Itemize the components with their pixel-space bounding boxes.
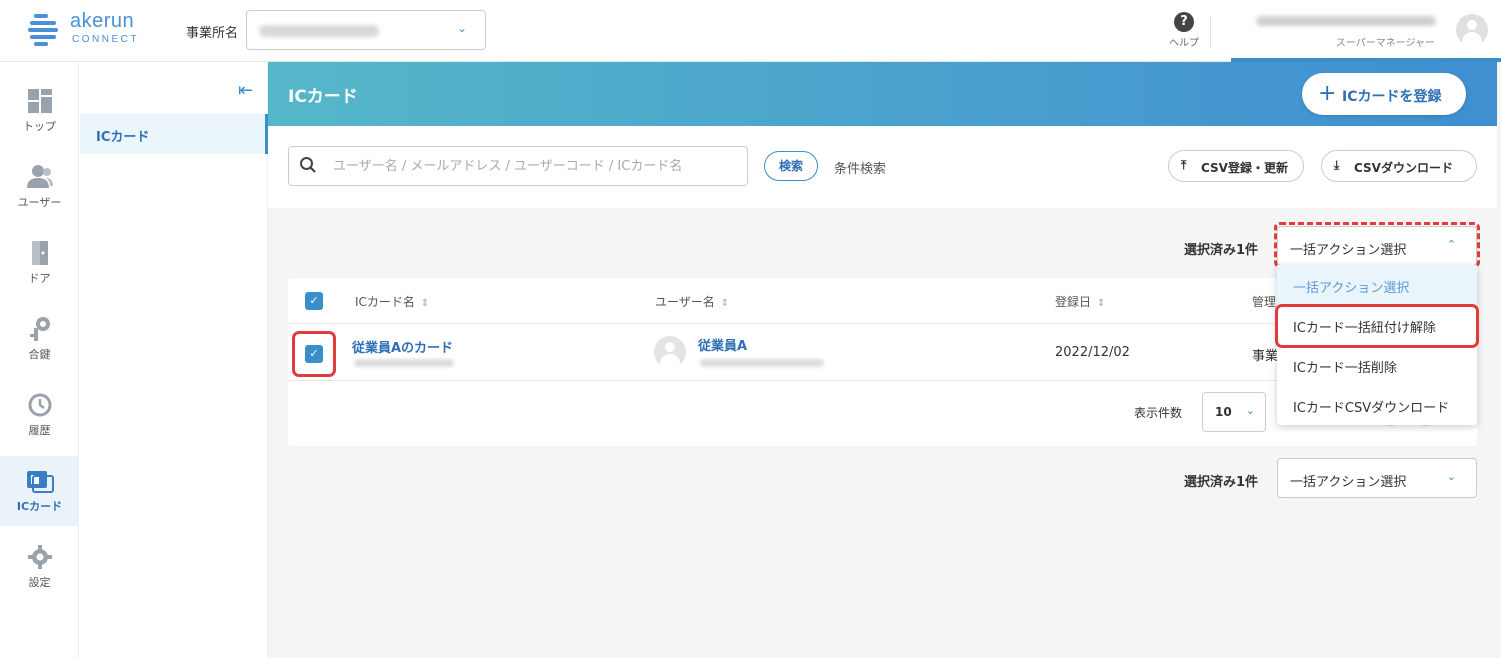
- logo-wordmark: akerun: [70, 10, 135, 32]
- column-header-card-name[interactable]: ICカード名 ⇕: [355, 293, 429, 310]
- sort-icon: ⇕: [420, 298, 430, 309]
- search-icon: [300, 157, 316, 173]
- search-field[interactable]: [288, 146, 748, 186]
- settings-icon: [26, 544, 54, 570]
- search-toolbar: 検索 条件検索 ⤒ CSV登録・更新 ⤓ CSVダウンロード: [268, 126, 1497, 208]
- nav-item-settings[interactable]: 設定: [0, 532, 79, 602]
- akerun-logo-icon: [28, 12, 62, 46]
- nav-item-history[interactable]: 履歴: [0, 380, 79, 450]
- condition-search-link[interactable]: 条件検索: [834, 158, 886, 177]
- page-banner: ICカード + ICカードを登録: [268, 62, 1497, 126]
- nav-item-keys[interactable]: 合鍵: [0, 304, 79, 374]
- ic-card-icon: [26, 468, 54, 494]
- highlight-row-checkbox: [292, 331, 336, 377]
- nav-label-top: トップ: [23, 120, 56, 133]
- csv-download-label: CSVダウンロード: [1354, 161, 1453, 175]
- menu-item-label: ICカード一括削除: [1293, 361, 1397, 376]
- header-divider: [1210, 16, 1211, 48]
- register-button-label: ICカードを登録: [1342, 89, 1442, 105]
- bulk-action-value: 一括アクション選択: [1290, 475, 1407, 490]
- akerun-logo[interactable]: akerun CONNECT: [28, 10, 158, 50]
- subnav-item-ic-card[interactable]: ICカード: [80, 114, 268, 154]
- highlight-unlink-option: [1275, 304, 1479, 348]
- history-icon: [26, 392, 54, 418]
- column-label: ICカード名: [355, 295, 415, 309]
- highlight-bulk-select: [1274, 222, 1480, 268]
- user-email-redacted: [700, 359, 824, 367]
- office-label: 事業所名: [186, 26, 239, 41]
- dashboard-icon: [26, 88, 54, 114]
- mgmt-value: 事業: [1252, 349, 1279, 364]
- nav-label-door: ドア: [28, 272, 51, 285]
- page-title: ICカード: [288, 87, 358, 107]
- search-input[interactable]: [333, 156, 733, 176]
- column-header-mgmt[interactable]: 管理: [1252, 293, 1276, 310]
- plus-icon: +: [1318, 81, 1337, 106]
- selected-count-top: 選択済み1件: [1184, 243, 1259, 258]
- office-name-redacted: [259, 25, 379, 37]
- collapse-sidebar-icon[interactable]: ⇤: [238, 80, 253, 101]
- users-icon: [26, 164, 54, 190]
- door-icon: [26, 240, 54, 266]
- menu-item-placeholder[interactable]: 一括アクション選択: [1277, 265, 1477, 305]
- csv-download-button[interactable]: ⤓ CSVダウンロード: [1321, 150, 1477, 182]
- top-header: akerun CONNECT 事業所名 ⌄ ? ヘルプ スーパーマネージャー: [0, 0, 1501, 62]
- nav-item-users[interactable]: ユーザー: [0, 152, 79, 222]
- nav-label-history: 履歴: [28, 424, 51, 437]
- csv-upload-button[interactable]: ⤒ CSV登録・更新: [1168, 150, 1304, 182]
- card-id-redacted: [354, 359, 454, 367]
- user-name-link[interactable]: 従業員A: [698, 335, 747, 354]
- column-header-user-name[interactable]: ユーザー名 ⇕: [655, 293, 729, 310]
- sort-icon: ⇕: [720, 298, 730, 309]
- chevron-down-icon: ⌄: [456, 21, 467, 35]
- user-name-redacted: [1256, 16, 1436, 26]
- nav-item-door[interactable]: ドア: [0, 228, 79, 298]
- user-avatar[interactable]: [1456, 14, 1488, 46]
- subnav-item-label: ICカード: [96, 130, 150, 145]
- logo-subtitle: CONNECT: [72, 34, 139, 45]
- office-select[interactable]: ⌄: [246, 10, 486, 50]
- sort-icon: ⇕: [1097, 298, 1106, 309]
- column-header-registered[interactable]: 登録日 ⇕: [1055, 293, 1105, 310]
- card-name-link[interactable]: 従業員Aのカード: [352, 337, 453, 356]
- help-label: ヘルプ: [1169, 38, 1199, 49]
- column-label: 管理: [1252, 295, 1277, 309]
- menu-item-label: ICカードCSVダウンロード: [1293, 401, 1450, 416]
- download-icon: ⤓: [1334, 158, 1340, 172]
- per-page-label: 表示件数: [1134, 406, 1183, 420]
- registered-date: 2022/12/02: [1055, 345, 1130, 360]
- key-icon: [26, 316, 54, 342]
- column-label: ユーザー名: [655, 295, 715, 309]
- csv-upload-label: CSV登録・更新: [1201, 161, 1288, 175]
- nav-label-settings: 設定: [28, 576, 51, 589]
- select-all-checkbox[interactable]: ✓: [305, 292, 323, 310]
- menu-item-label: 一括アクション選択: [1293, 281, 1410, 296]
- register-ic-card-button[interactable]: + ICカードを登録: [1302, 73, 1466, 115]
- menu-item-ic-card-csv-download[interactable]: ICカードCSVダウンロード: [1277, 385, 1477, 425]
- row-user-avatar: [654, 336, 686, 368]
- column-label: 登録日: [1055, 295, 1092, 309]
- upload-icon: ⤒: [1181, 158, 1187, 172]
- selected-count-bottom: 選択済み1件: [1184, 475, 1259, 490]
- user-role: スーパーマネージャー: [1335, 38, 1435, 49]
- nav-label-keys: 合鍵: [28, 348, 51, 361]
- per-page-value: 10: [1215, 405, 1232, 419]
- search-button[interactable]: 検索: [764, 151, 818, 181]
- icon-sidebar: トップ ユーザー ドア 合鍵 履歴 ICカード 設定: [0, 62, 79, 658]
- nav-label-users: ユーザー: [17, 196, 62, 209]
- per-page-select[interactable]: 10 ⌄: [1202, 392, 1266, 432]
- bulk-action-select-bottom[interactable]: 一括アクション選択 ⌄: [1277, 458, 1477, 498]
- nav-label-ic-card: ICカード: [16, 500, 63, 513]
- help-icon: ?: [1174, 12, 1194, 32]
- menu-item-delete-ic-cards[interactable]: ICカード一括削除: [1277, 345, 1477, 385]
- help-button[interactable]: ? ヘルプ: [1166, 12, 1202, 49]
- nav-item-ic-card[interactable]: ICカード: [0, 456, 79, 526]
- chevron-down-icon: ⌄: [1245, 404, 1255, 417]
- nav-item-top[interactable]: トップ: [0, 76, 79, 146]
- sub-sidebar: ⇤ ICカード: [80, 62, 268, 658]
- chevron-down-icon: ⌄: [1446, 470, 1456, 483]
